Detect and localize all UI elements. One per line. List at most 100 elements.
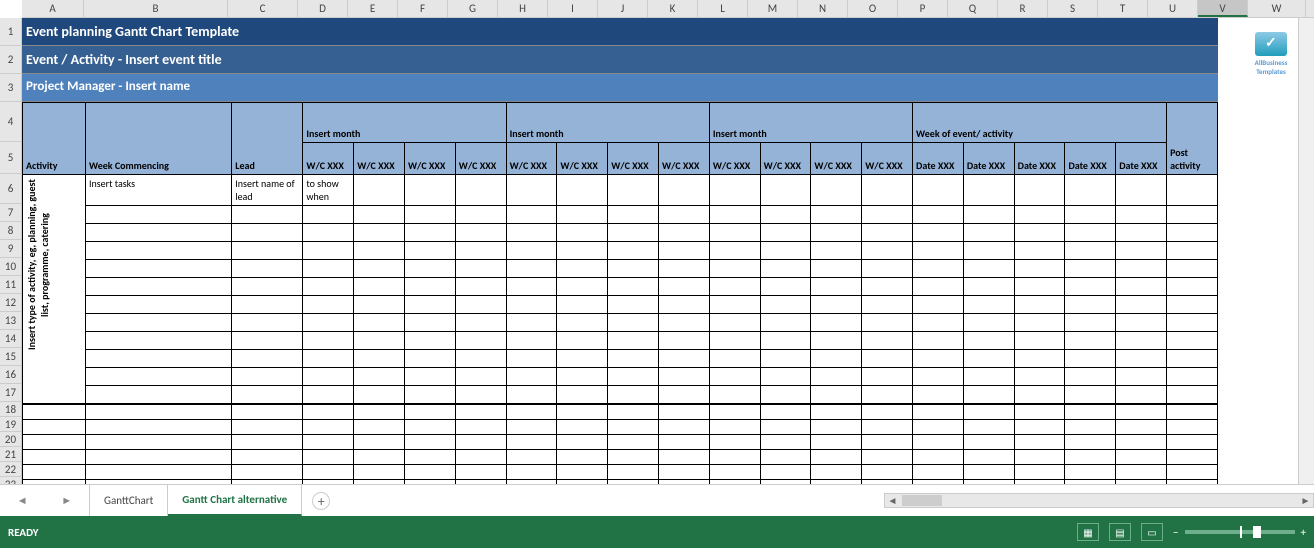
hdr-date-1[interactable]: Date XXX	[913, 143, 964, 175]
title-row-3[interactable]: Project Manager - Insert name	[22, 74, 1218, 102]
row-header-7[interactable]: 7	[0, 204, 21, 222]
col-header-J[interactable]: J	[598, 0, 648, 17]
tab-nav-next-icon[interactable]: ►	[61, 494, 72, 507]
column-headers[interactable]: ABCDEFGHIJKLMNOPQRSTUVW	[22, 0, 1314, 18]
cell-lead[interactable]: Insert name of lead	[232, 175, 303, 206]
row-header-13[interactable]: 13	[0, 312, 21, 330]
col-header-D[interactable]: D	[298, 0, 348, 17]
empty-grid[interactable]	[22, 404, 1218, 495]
scroll-thumb[interactable]	[902, 495, 942, 506]
row-header-18[interactable]: 18	[0, 402, 21, 417]
row-header-5[interactable]: 5	[0, 142, 21, 174]
hdr-wc-3[interactable]: W/C XXX	[404, 143, 455, 175]
row-header-9[interactable]: 9	[0, 240, 21, 258]
row-header-14[interactable]: 14	[0, 330, 21, 348]
gantt-table[interactable]: Activity Week Commencing Lead Insert mon…	[22, 102, 1218, 404]
col-header-H[interactable]: H	[498, 0, 548, 17]
hdr-month-1[interactable]: Insert month	[303, 103, 506, 143]
hdr-wc-6[interactable]: W/C XXX	[557, 143, 608, 175]
hdr-wc-5[interactable]: W/C XXX	[506, 143, 557, 175]
col-header-N[interactable]: N	[798, 0, 848, 17]
hdr-date-3[interactable]: Date XXX	[1014, 143, 1065, 175]
col-header-C[interactable]: C	[228, 0, 298, 17]
zoom-control[interactable]: − +	[1173, 526, 1306, 539]
row-header-17[interactable]: 17	[0, 384, 21, 402]
horizontal-scrollbar[interactable]: ◄ ►	[884, 493, 1314, 508]
row-header-19[interactable]: 19	[0, 417, 21, 432]
hdr-wc-1[interactable]: W/C XXX	[303, 143, 354, 175]
sheet-tab-ganttchart[interactable]: GanttChart	[90, 485, 168, 516]
hdr-date-4[interactable]: Date XXX	[1065, 143, 1116, 175]
col-header-U[interactable]: U	[1148, 0, 1198, 17]
row-header-15[interactable]: 15	[0, 348, 21, 366]
row-header-10[interactable]: 10	[0, 258, 21, 276]
col-header-Q[interactable]: Q	[948, 0, 998, 17]
row-header-4[interactable]: 4	[0, 102, 21, 142]
col-header-T[interactable]: T	[1098, 0, 1148, 17]
row-header-6[interactable]: 6	[0, 174, 21, 204]
col-header-I[interactable]: I	[548, 0, 598, 17]
hdr-wc-2[interactable]: W/C XXX	[354, 143, 405, 175]
col-header-P[interactable]: P	[898, 0, 948, 17]
hdr-wc-8[interactable]: W/C XXX	[659, 143, 710, 175]
hdr-wc-12[interactable]: W/C XXX	[862, 143, 913, 175]
zoom-in-icon[interactable]: +	[1301, 526, 1306, 539]
view-normal-button[interactable]: ▦	[1077, 523, 1099, 541]
hdr-month-2[interactable]: Insert month	[506, 103, 709, 143]
row-header-20[interactable]: 20	[0, 432, 21, 447]
tab-nav-prev-icon[interactable]: ◄	[17, 494, 28, 507]
row-header-22[interactable]: 22	[0, 462, 21, 477]
hdr-week-commencing[interactable]: Week Commencing	[85, 103, 231, 175]
col-header-G[interactable]: G	[448, 0, 498, 17]
row-header-3[interactable]: 3	[0, 74, 21, 102]
hdr-month-3[interactable]: Insert month	[709, 103, 912, 143]
row-header-11[interactable]: 11	[0, 276, 21, 294]
hdr-date-5[interactable]: Date XXX	[1116, 143, 1167, 175]
row-header-8[interactable]: 8	[0, 222, 21, 240]
col-header-F[interactable]: F	[398, 0, 448, 17]
col-header-A[interactable]: A	[22, 0, 84, 17]
hdr-activity[interactable]: Activity	[23, 103, 86, 175]
hdr-date-2[interactable]: Date XXX	[963, 143, 1014, 175]
hdr-wc-4[interactable]: W/C XXX	[455, 143, 506, 175]
row-header-12[interactable]: 12	[0, 294, 21, 312]
cell-tasks[interactable]: Insert tasks	[85, 175, 231, 206]
hdr-lead[interactable]: Lead	[232, 103, 303, 175]
scroll-left-icon[interactable]: ◄	[885, 494, 900, 507]
col-header-B[interactable]: B	[84, 0, 228, 17]
col-header-S[interactable]: S	[1048, 0, 1098, 17]
tab-nav-buttons[interactable]: ◄ ►	[0, 485, 90, 516]
cell-show-when[interactable]: to show when	[303, 175, 354, 206]
hdr-week-of-event[interactable]: Week of event/ activity	[913, 103, 1167, 143]
activity-vertical-label[interactable]: Insert type of activity, eg, planning, g…	[23, 175, 53, 355]
sheet-tab-gantt-alternative[interactable]: Gantt Chart alternative	[168, 485, 302, 516]
sheet-grid[interactable]: Event planning Gantt Chart Template Even…	[22, 18, 1314, 495]
row-header-1[interactable]: 1	[0, 18, 21, 46]
scroll-right-icon[interactable]: ►	[1298, 494, 1313, 507]
col-header-E[interactable]: E	[348, 0, 398, 17]
col-header-K[interactable]: K	[648, 0, 698, 17]
view-page-layout-button[interactable]: ▤	[1109, 523, 1131, 541]
hdr-post-activity[interactable]: Post activity	[1167, 103, 1218, 175]
col-header-L[interactable]: L	[698, 0, 748, 17]
add-sheet-button[interactable]: +	[312, 492, 330, 510]
hdr-wc-11[interactable]: W/C XXX	[811, 143, 862, 175]
vertical-scrollbar[interactable]	[1298, 18, 1314, 484]
title-row-2[interactable]: Event / Activity - Insert event title	[22, 46, 1218, 74]
view-page-break-button[interactable]: ▭	[1141, 523, 1163, 541]
hdr-wc-10[interactable]: W/C XXX	[760, 143, 811, 175]
col-header-V[interactable]: V	[1198, 0, 1248, 17]
col-header-R[interactable]: R	[998, 0, 1048, 17]
row-header-21[interactable]: 21	[0, 447, 21, 462]
hdr-wc-9[interactable]: W/C XXX	[709, 143, 760, 175]
col-header-W[interactable]: W	[1248, 0, 1306, 17]
hdr-wc-7[interactable]: W/C XXX	[608, 143, 659, 175]
col-header-M[interactable]: M	[748, 0, 798, 17]
col-header-O[interactable]: O	[848, 0, 898, 17]
zoom-out-icon[interactable]: −	[1173, 526, 1178, 539]
title-row-1[interactable]: Event planning Gantt Chart Template	[22, 18, 1218, 46]
zoom-slider[interactable]	[1185, 530, 1295, 534]
row-header-2[interactable]: 2	[0, 46, 21, 74]
row-headers[interactable]: 1234567891011121314151617181920212223	[0, 18, 22, 492]
row-header-16[interactable]: 16	[0, 366, 21, 384]
